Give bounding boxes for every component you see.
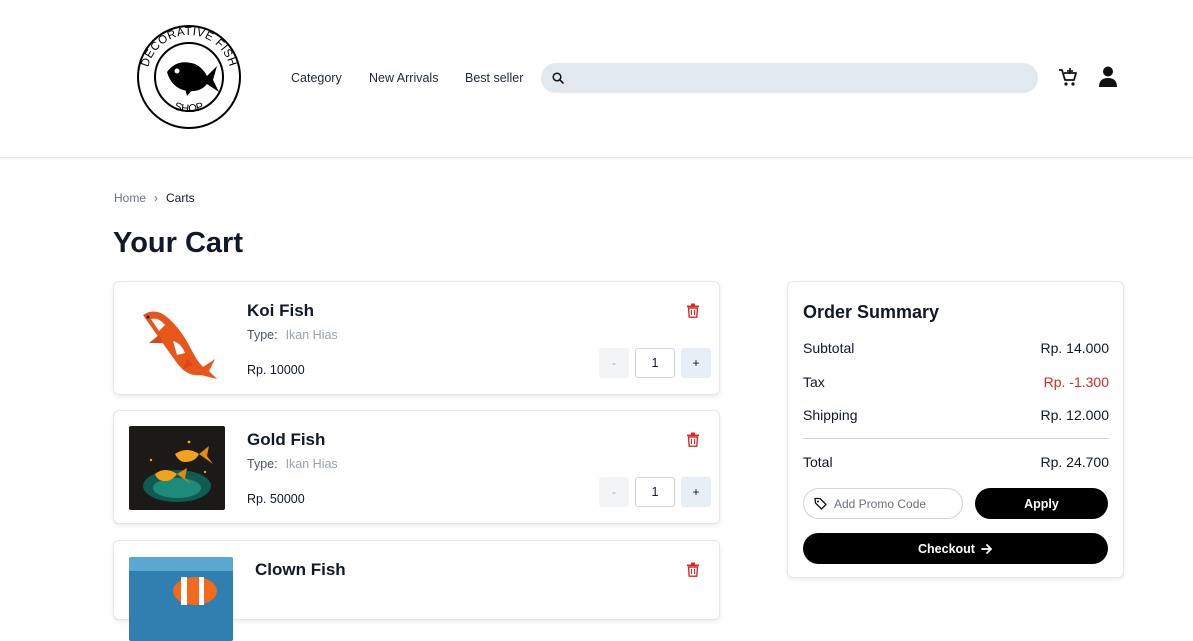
promo-code-input[interactable] [834,489,959,518]
search-bar[interactable] [541,63,1038,93]
summary-row-total: Total Rp. 24.700 [803,454,1109,470]
summary-label: Shipping [803,407,858,423]
checkout-label: Checkout [918,541,975,556]
page-title: Your Cart [113,227,243,259]
item-type: Type: Ikan Hias [247,328,338,342]
breadcrumb-separator: › [154,191,159,205]
trash-icon[interactable] [686,303,700,318]
trash-icon[interactable] [686,432,700,447]
site-header: DECORATIVE FISH SHOP Category New Arriva… [0,0,1193,158]
item-name: Gold Fish [247,430,326,449]
order-summary-title: Order Summary [803,302,940,322]
koi-fish-image [129,297,225,381]
clown-fish-image [129,557,233,641]
search-icon [552,72,564,84]
nav-category[interactable]: Category [291,71,342,85]
nav-new-arrivals[interactable]: New Arrivals [369,71,438,85]
quantity-increase-button[interactable]: + [681,477,711,507]
cart-item: Gold Fish Type: Ikan Hias Rp. 50000 - 1 + [113,410,720,524]
item-type-label: Type: [247,328,278,342]
quantity-increase-button[interactable]: + [681,348,711,378]
item-price: Rp. 50000 [247,492,305,506]
summary-row-shipping: Shipping Rp. 12.000 [803,407,1109,423]
arrow-right-icon [981,543,992,554]
item-name: Clown Fish [255,560,346,579]
summary-label: Subtotal [803,340,855,356]
summary-value: Rp. 14.000 [1040,340,1110,356]
item-type-value: Ikan Hias [285,328,338,342]
shop-logo[interactable]: DECORATIVE FISH SHOP [135,24,243,130]
apply-button[interactable]: Apply [975,488,1108,519]
cart-icon[interactable] [1057,66,1079,88]
item-type: Type: Ikan Hias [247,457,338,471]
cart-item: Koi Fish Type: Ikan Hias Rp. 10000 - 1 + [113,281,720,395]
summary-value: Rp. -1.300 [1043,374,1109,390]
promo-code-field[interactable] [803,488,963,519]
summary-label: Tax [803,374,825,390]
breadcrumb: Home › Carts [114,191,195,205]
quantity-decrease-button[interactable]: - [599,348,629,378]
item-name: Koi Fish [247,301,315,320]
summary-total-label: Total [803,454,833,470]
quantity-decrease-button[interactable]: - [599,477,629,507]
nav-best-seller[interactable]: Best seller [465,71,523,85]
search-input[interactable] [571,63,1031,93]
order-summary: Order Summary Subtotal Rp. 14.000 Tax Rp… [787,281,1124,578]
checkout-button[interactable]: Checkout [803,533,1108,564]
breadcrumb-current: Carts [166,191,195,205]
tag-icon [814,497,827,510]
summary-total-value: Rp. 24.700 [1040,454,1110,470]
summary-divider [803,438,1109,439]
quantity-field[interactable]: 1 [635,477,675,507]
cart-item: Clown Fish [113,540,720,641]
quantity-field[interactable]: 1 [635,348,675,378]
item-type-label: Type: [247,457,278,471]
trash-icon[interactable] [686,562,700,577]
item-type-value: Ikan Hias [285,457,338,471]
breadcrumb-home[interactable]: Home [114,191,146,205]
gold-fish-image [129,426,225,510]
user-icon[interactable] [1097,65,1119,89]
item-price: Rp. 10000 [247,363,305,377]
summary-row-subtotal: Subtotal Rp. 14.000 [803,340,1109,356]
summary-row-tax: Tax Rp. -1.300 [803,374,1109,390]
summary-value: Rp. 12.000 [1040,407,1110,423]
